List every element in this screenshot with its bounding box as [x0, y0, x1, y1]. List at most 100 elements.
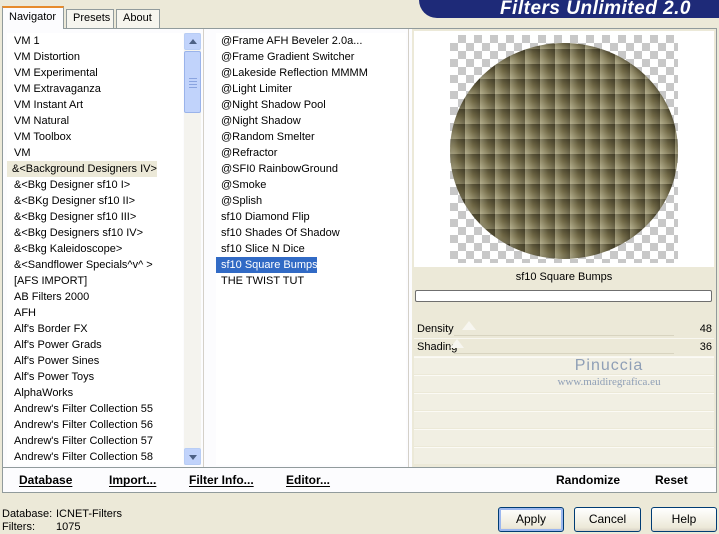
slider-thumb[interactable] [450, 339, 464, 348]
editor-button[interactable]: Editor... [286, 473, 330, 487]
tab-about[interactable]: About [116, 9, 160, 28]
category-item[interactable]: &<Sandflower Specials^v^ > [7, 257, 183, 273]
category-item[interactable]: VM [7, 145, 183, 161]
status-filters: Filters: 1075 [2, 521, 122, 534]
filter-item[interactable]: @Night Shadow [216, 113, 406, 129]
filter-item[interactable]: sf10 Diamond Flip [216, 209, 406, 225]
arrow-down-icon [189, 455, 197, 460]
filter-item[interactable]: @Refractor [216, 145, 406, 161]
category-item[interactable]: AFH [7, 305, 183, 321]
preview-image [450, 43, 678, 259]
filter-item[interactable]: THE TWIST TUT [216, 273, 406, 289]
title-banner: Filters Unlimited 2.0 [419, 0, 719, 19]
tab-navigator[interactable]: Navigator [2, 6, 64, 29]
category-item[interactable]: VM Instant Art [7, 97, 183, 113]
category-item[interactable]: VM 1 [7, 33, 183, 49]
category-item[interactable]: VM Toolbox [7, 129, 183, 145]
filter-item[interactable]: @Smoke [216, 177, 406, 193]
category-item[interactable]: &<Bkg Kaleidoscope> [7, 241, 183, 257]
param-density-slider[interactable]: Density 48 [414, 321, 714, 339]
slider-track [454, 335, 674, 336]
current-filter-name: sf10 Square Bumps [515, 271, 613, 283]
category-item[interactable]: Andrew's Filter Collection 58 [7, 449, 183, 465]
divider [408, 29, 409, 467]
status-label: Filters: [2, 521, 35, 533]
category-item[interactable]: Andrew's Filter Collection 55 [7, 401, 183, 417]
category-item[interactable]: &<Bkg Designers sf10 IV> [7, 225, 183, 241]
filter-item[interactable]: @Frame Gradient Switcher [216, 49, 406, 65]
cancel-button[interactable]: Cancel [574, 507, 641, 532]
grip-line [189, 84, 197, 85]
category-item[interactable]: AB Filters 2000 [7, 289, 183, 305]
reset-button[interactable]: Reset [655, 473, 688, 487]
apply-button[interactable]: Apply [498, 507, 564, 532]
category-item[interactable]: AlphaWorks [7, 385, 183, 401]
watermark: Pinuccia www.maidiregrafica.eu [514, 357, 704, 388]
scroll-up-button[interactable] [184, 33, 201, 50]
filter-item[interactable]: @Lakeside Reflection MMMM [216, 65, 406, 81]
category-item[interactable]: VM Extravaganza [7, 81, 183, 97]
tab-presets[interactable]: Presets [66, 9, 114, 28]
category-item[interactable]: Alf's Power Toys [7, 369, 183, 385]
watermark-name: Pinuccia [574, 357, 644, 374]
empty-param-row [414, 411, 714, 428]
category-item[interactable]: VM Natural [7, 113, 183, 129]
category-item[interactable]: VM Experimental [7, 65, 183, 81]
filter-list[interactable]: @Frame AFH Beveler 2.0a... @Frame Gradien… [216, 33, 406, 465]
empty-param-row [414, 447, 714, 464]
help-button[interactable]: Help [651, 507, 717, 532]
category-item[interactable]: &<Bkg Designer sf10 III> [7, 209, 183, 225]
filter-item[interactable]: @Random Smelter [216, 129, 406, 145]
progress-bar [415, 290, 712, 302]
param-value: 36 [699, 341, 712, 353]
category-item[interactable]: Alf's Power Sines [7, 353, 183, 369]
filter-item[interactable]: @Light Limiter [216, 81, 406, 97]
scroll-down-button[interactable] [184, 448, 201, 465]
category-item[interactable]: [AFS IMPORT] [7, 273, 183, 289]
filter-item[interactable]: sf10 Slice N Dice [216, 241, 406, 257]
slider-thumb[interactable] [462, 321, 476, 330]
status-value: ICNET-Filters [56, 508, 122, 520]
category-item[interactable]: Andrew's Filter Collection 56 [7, 417, 183, 433]
param-value: 48 [699, 323, 712, 335]
empty-param-row [414, 429, 714, 446]
navigator-panel: VM 1 VM Distortion VM Experimental VM Extra… [2, 28, 717, 468]
category-item[interactable]: Alf's Power Grads [7, 337, 183, 353]
param-shading-slider[interactable]: Shading 36 [414, 339, 714, 357]
status-value: 1075 [56, 521, 81, 533]
status-info: Database: ICNET-Filters Filters: 1075 [2, 508, 122, 534]
divider [203, 29, 204, 467]
import-button[interactable]: Import... [109, 473, 156, 487]
preview-area [414, 31, 714, 267]
category-item[interactable]: Alf's Border FX [7, 321, 183, 337]
filter-item[interactable]: @Night Shadow Pool [216, 97, 406, 113]
filter-item[interactable]: @Frame AFH Beveler 2.0a... [216, 33, 406, 49]
grip-line [189, 81, 197, 82]
scroll-thumb[interactable] [184, 51, 201, 113]
category-item[interactable]: &<Bkg Designer sf10 I> [7, 177, 183, 193]
category-scrollbar[interactable] [184, 33, 201, 465]
filter-info-button[interactable]: Filter Info... [189, 473, 254, 487]
database-button[interactable]: Database [19, 473, 72, 487]
filter-item[interactable]: @Splish [216, 193, 406, 209]
category-item[interactable]: &<BKg Designer sf10 II> [7, 193, 183, 209]
status-label: Database: [2, 508, 53, 520]
preview-panel: sf10 Square Bumps Density 48 Shading 36 [412, 29, 716, 467]
filter-item[interactable]: sf10 Square Bumps [216, 257, 318, 273]
status-database: Database: ICNET-Filters [2, 508, 122, 521]
category-item[interactable]: VM Distortion [7, 49, 183, 65]
empty-param-row [414, 393, 714, 410]
arrow-up-icon [189, 39, 197, 44]
app-title: Filters Unlimited 2.0 [499, 0, 691, 19]
category-item[interactable]: &<Background Designers IV> [7, 161, 157, 177]
filter-item[interactable]: sf10 Shades Of Shadow [216, 225, 406, 241]
param-label: Density [417, 323, 454, 335]
category-list[interactable]: VM 1 VM Distortion VM Experimental VM Extra… [7, 33, 183, 465]
category-item[interactable]: Andrew's Filter Collection 57 [7, 433, 183, 449]
watermark-url: www.maidiregrafica.eu [557, 376, 661, 388]
randomize-button[interactable]: Randomize [556, 473, 620, 487]
grip-line [189, 78, 197, 79]
slider-track [454, 353, 674, 354]
filter-item[interactable]: @SFI0 RainbowGround [216, 161, 406, 177]
transparency-checkerboard [450, 35, 678, 263]
